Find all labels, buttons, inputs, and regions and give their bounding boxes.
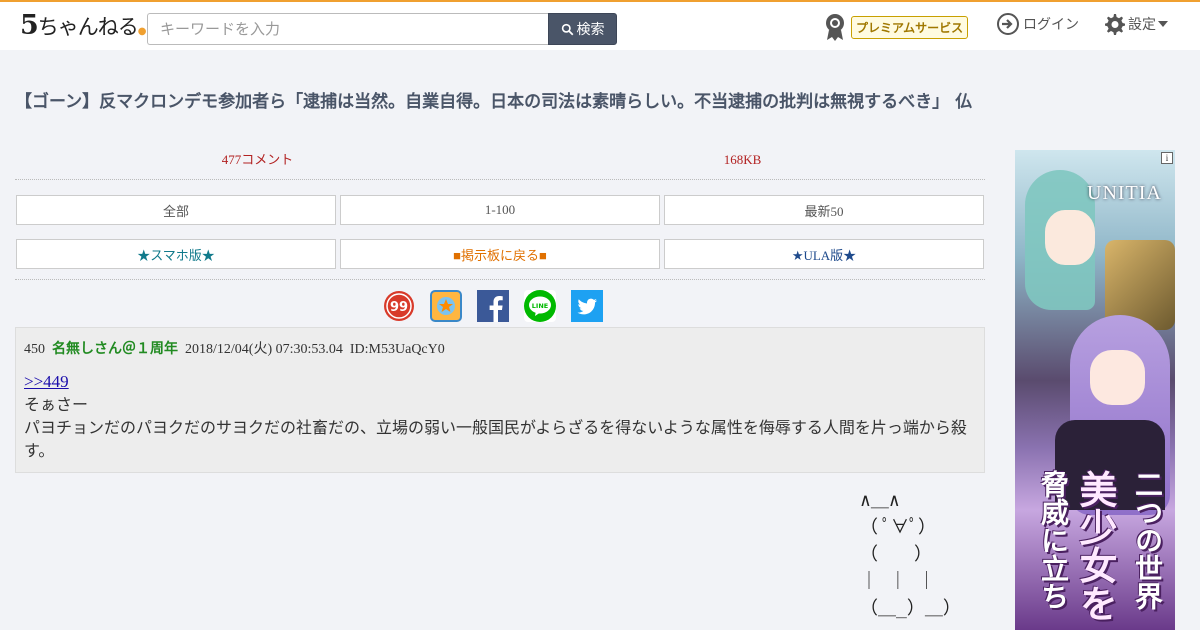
post: 450 名無しさん＠１周年 2018/12/04(火) 07:30:53.04 …	[15, 327, 985, 473]
comment-count: 477コメント	[221, 152, 294, 167]
nav-latest50-button[interactable]: 最新50	[664, 195, 984, 225]
ad-character-2-face	[1090, 350, 1145, 405]
search-icon	[561, 23, 573, 35]
logo-dot: ●	[137, 26, 147, 37]
post-line-1: そぁさー	[24, 395, 89, 414]
settings-label: 設定	[1128, 17, 1156, 33]
post-line-2: パヨチョンだのパヨクだのサヨクだの社畜だの、立場の弱い一般国民がよらざるを得ない…	[24, 418, 967, 460]
login-icon	[997, 13, 1019, 35]
search-button[interactable]: 検索	[548, 13, 617, 45]
nav-row-2: ★スマホ版★ ■掲示板に戻る■ ★ULA版★	[15, 239, 985, 269]
bookmark-icon[interactable]	[430, 290, 462, 322]
smartphone-version-button[interactable]: ★スマホ版★	[16, 239, 336, 269]
nav-1-100-button[interactable]: 1-100	[340, 195, 660, 225]
line-icon[interactable]: LINE	[524, 290, 556, 322]
search-input[interactable]	[147, 13, 549, 45]
nav-all-button[interactable]: 全部	[16, 195, 336, 225]
svg-text:99: 99	[390, 300, 408, 315]
thread-title: 【ゴーン】反マクロンデモ参加者ら「逮捕は当然。自業自得。日本の司法は素晴らしい。…	[15, 92, 973, 112]
post-id[interactable]: ID:M53UaQcY0	[350, 342, 445, 357]
nav-row-1: 全部 1-100 最新50	[15, 195, 985, 225]
ad-copy-2: 美少女を	[1073, 470, 1118, 622]
thread-meta: 477コメント 168KB	[15, 150, 985, 180]
share-bar: 99 LINE	[383, 290, 603, 322]
svg-text:LINE: LINE	[532, 302, 548, 310]
site-logo[interactable]: 5ちゃんねる●	[20, 10, 146, 41]
post-body: >>449 そぁさー パヨチョンだのパヨクだのサヨクだの社畜だの、立場の弱い一般…	[24, 370, 976, 462]
premium-service[interactable]: プレミアムサービス	[823, 12, 969, 42]
post-author: 名無しさん＠１周年	[52, 341, 178, 357]
ad-copy-3: 脅威に立ち	[1037, 470, 1070, 610]
medal-icon	[826, 14, 844, 41]
logo-five: 5	[20, 10, 39, 41]
gear-icon	[1105, 14, 1125, 35]
facebook-icon[interactable]	[477, 290, 509, 322]
premium-label: プレミアムサービス	[851, 15, 969, 39]
2ch-icon[interactable]: 99	[383, 290, 415, 322]
twitter-icon[interactable]	[571, 290, 603, 322]
ad-banner[interactable]: UNITIA i 二つの世界 美少女を 脅威に立ち	[1015, 150, 1175, 630]
ad-brand: UNITIA	[1087, 182, 1162, 204]
reply-anchor-link[interactable]: >>449	[24, 372, 69, 391]
ula-version-button[interactable]: ★ULA版★	[664, 239, 984, 269]
ad-copy: 二つの世界 美少女を 脅威に立ち	[1025, 470, 1175, 630]
thread-size: 168KB	[723, 152, 762, 167]
post-header: 450 名無しさん＠１周年 2018/12/04(火) 07:30:53.04 …	[24, 338, 976, 358]
search-button-label: 検索	[576, 22, 605, 38]
logo-text: ちゃんねる	[37, 15, 139, 39]
ad-info-icon[interactable]: i	[1161, 152, 1173, 164]
login-label: ログイン	[1023, 17, 1079, 33]
ascii-art: ∧＿∧ （ ﾟ∀ﾟ） （ ） ｜ ｜ ｜ （＿_）＿）	[860, 490, 961, 619]
ad-character-1-face	[1045, 210, 1095, 265]
ad-copy-1: 二つの世界	[1131, 470, 1164, 610]
back-to-board-button[interactable]: ■掲示板に戻る■	[340, 239, 660, 269]
settings-menu[interactable]: 設定	[1102, 12, 1168, 36]
post-number[interactable]: 450	[24, 342, 45, 357]
login-link[interactable]: ログイン	[996, 12, 1079, 36]
post-date: 2018/12/04(火) 07:30:53.04	[185, 342, 343, 357]
divider	[15, 279, 985, 280]
caret-down-icon	[1158, 21, 1168, 27]
top-bar: 5ちゃんねる● 検索 プレミアムサービス ログイン 設定	[0, 0, 1200, 50]
